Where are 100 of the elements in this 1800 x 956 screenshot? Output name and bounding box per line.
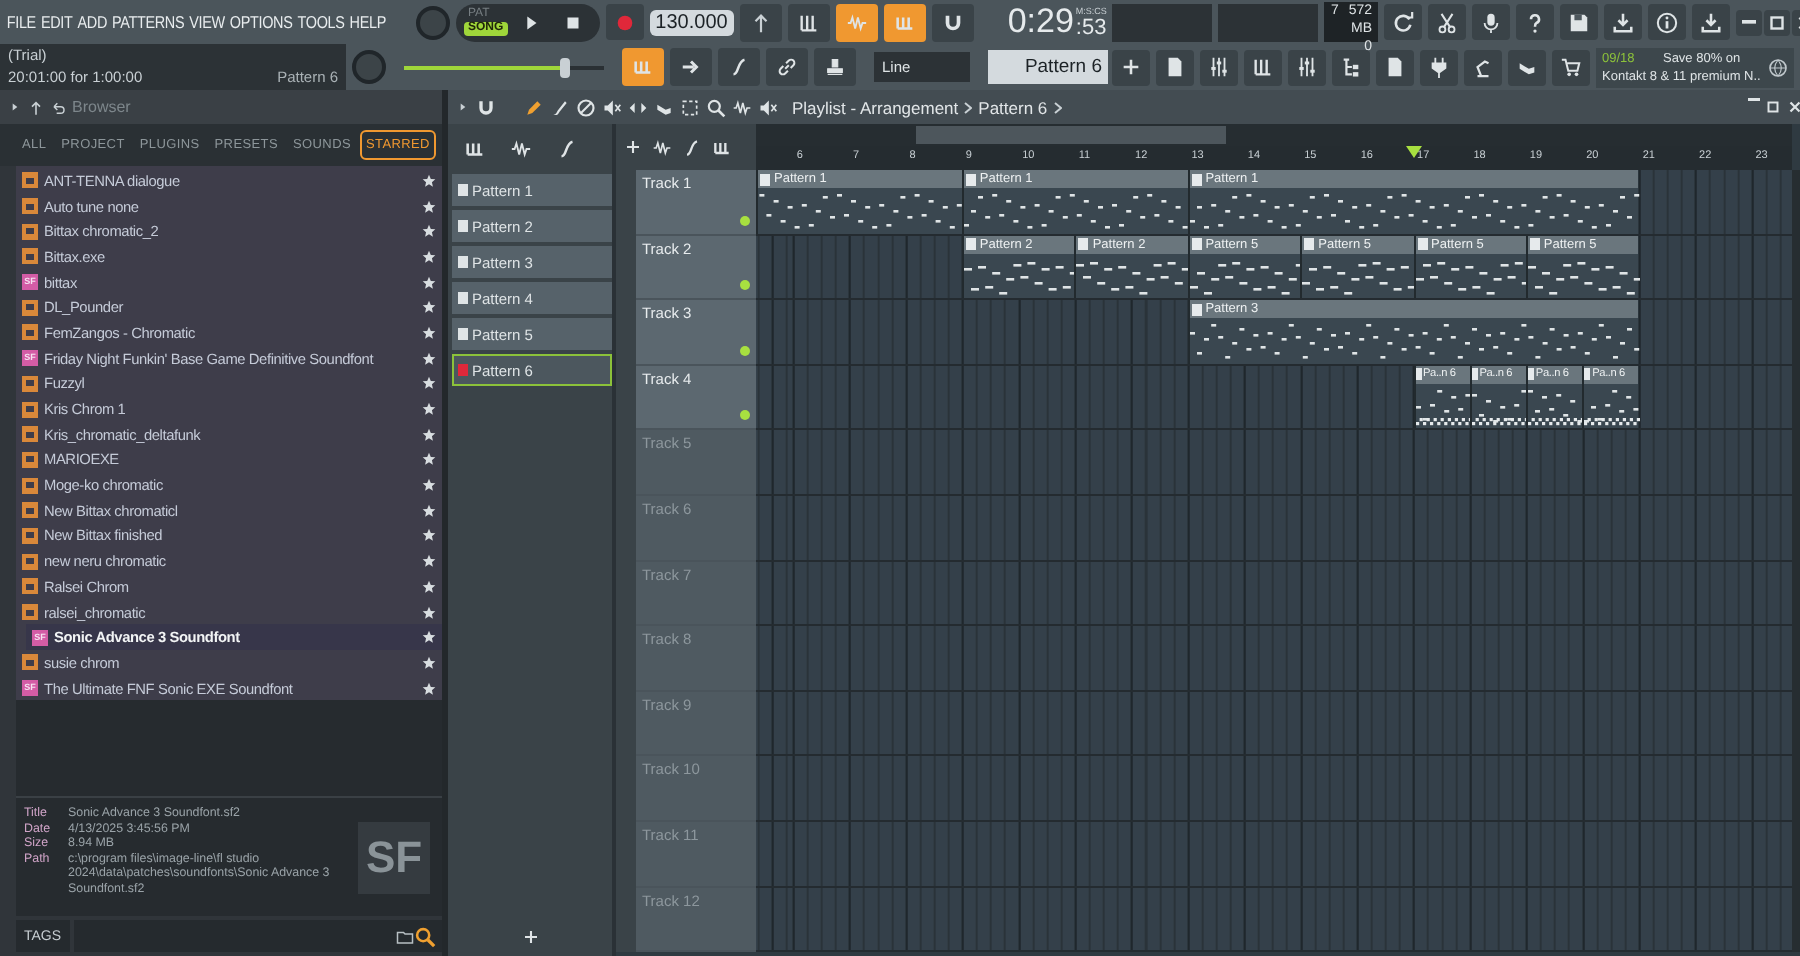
clip-icon	[1415, 368, 1422, 381]
star-icon[interactable]	[422, 681, 436, 696]
tempo-display[interactable]: 130.000	[649, 9, 734, 35]
help-button[interactable]	[1516, 4, 1555, 40]
info-button[interactable]	[1648, 4, 1687, 40]
cart-button[interactable]	[1552, 49, 1590, 85]
star-icon[interactable]	[422, 249, 436, 264]
stamp-button[interactable]	[814, 48, 856, 86]
microphone-button[interactable]	[1472, 4, 1511, 40]
comb-button[interactable]	[1244, 49, 1282, 85]
star-icon[interactable]	[422, 452, 436, 467]
up-icon	[749, 11, 772, 33]
zoom-icon	[706, 97, 726, 117]
menu-item[interactable]: OPTIONS	[229, 12, 293, 32]
refresh-icon	[1392, 11, 1415, 33]
tags-field[interactable]	[73, 920, 442, 952]
star-icon[interactable]	[422, 402, 436, 417]
master-volume-slider[interactable]	[404, 57, 604, 77]
sliders-icon	[1296, 56, 1318, 78]
save-button[interactable]	[1560, 4, 1599, 40]
star-icon[interactable]	[422, 579, 436, 594]
curve-icon	[728, 56, 750, 78]
maximize-button[interactable]	[1764, 98, 1782, 116]
breadcrumb-pattern[interactable]: Pattern 6	[978, 97, 1048, 117]
menu-item[interactable]: ADD	[77, 12, 107, 32]
clip-icon	[1191, 238, 1202, 251]
menu-item[interactable]: EDIT	[40, 12, 73, 32]
star-icon[interactable]	[422, 199, 436, 214]
wave-icon	[845, 11, 868, 33]
stamp-icon	[824, 56, 846, 78]
star-icon[interactable]	[422, 173, 436, 188]
star-icon[interactable]	[422, 427, 436, 442]
menu-item[interactable]: PATTERNS	[112, 12, 185, 32]
star-icon[interactable]	[422, 655, 436, 670]
menu-item[interactable]: FILE	[6, 12, 36, 32]
mute-indicator[interactable]	[740, 280, 750, 291]
arrow-button[interactable]	[670, 48, 712, 86]
microphone-icon	[1480, 11, 1503, 33]
speaker-icon	[758, 97, 778, 117]
refresh-button[interactable]	[1384, 4, 1423, 40]
clip-icon	[965, 238, 976, 251]
curve-button[interactable]	[718, 48, 760, 86]
horizontal-scrollbar[interactable]	[756, 124, 1792, 146]
ban-icon	[576, 97, 596, 117]
scrollbar-thumb[interactable]	[916, 126, 1226, 144]
sliders-button[interactable]	[1288, 49, 1326, 85]
star-icon[interactable]	[422, 376, 436, 391]
curve-icon	[556, 138, 578, 160]
mute-indicator[interactable]	[740, 410, 750, 421]
star-icon[interactable]	[422, 605, 436, 620]
tree-button[interactable]	[1332, 49, 1370, 85]
arrow-icon	[680, 56, 702, 78]
menu-item[interactable]: HELP	[349, 12, 386, 32]
pattern-icon	[458, 256, 468, 268]
download-button[interactable]	[1604, 4, 1643, 40]
clip-icon	[965, 173, 976, 185]
star-icon[interactable]	[422, 503, 436, 518]
star-icon[interactable]	[422, 300, 436, 315]
sliders-icon	[1208, 56, 1230, 78]
maximize-button[interactable]	[1764, 9, 1791, 35]
mute-indicator[interactable]	[740, 215, 750, 226]
up-icon	[28, 99, 44, 115]
lamp-button[interactable]	[1464, 49, 1502, 85]
pattern-icon	[458, 328, 468, 340]
clip-icon	[760, 173, 770, 185]
star-icon[interactable]	[422, 351, 436, 366]
plus-icon	[521, 928, 539, 946]
star-icon[interactable]	[422, 325, 436, 340]
star-icon[interactable]	[422, 224, 436, 239]
minimize-button[interactable]	[1736, 9, 1763, 35]
slip-icon	[628, 97, 648, 117]
menu-item[interactable]: VIEW	[189, 12, 225, 32]
mute-indicator[interactable]	[740, 345, 750, 356]
page-button[interactable]	[1156, 49, 1194, 85]
page-icon	[1164, 56, 1186, 78]
menu-item[interactable]: TOOLS	[297, 12, 345, 32]
page-button[interactable]	[1376, 49, 1414, 85]
magnet-icon	[941, 11, 964, 33]
star-icon[interactable]	[422, 528, 436, 543]
scissors-button[interactable]	[1428, 4, 1467, 40]
maximize-icon	[1764, 98, 1782, 116]
clip-icon	[1417, 238, 1428, 251]
download-button[interactable]	[1692, 4, 1731, 40]
close-button[interactable]	[1786, 98, 1800, 116]
star-icon[interactable]	[422, 275, 436, 290]
sliders-button[interactable]	[1200, 49, 1238, 85]
star-icon[interactable]	[422, 478, 436, 493]
minimize-icon	[1741, 20, 1757, 24]
plug-button[interactable]	[1420, 49, 1458, 85]
plus-button[interactable]	[1112, 49, 1150, 85]
download-icon	[1700, 11, 1723, 33]
page-icon	[1384, 56, 1406, 78]
star-icon[interactable]	[422, 554, 436, 569]
search-icon	[414, 925, 436, 947]
star-icon[interactable]	[422, 630, 436, 645]
info-icon	[1656, 11, 1679, 33]
pattern-selector[interactable]: Pattern 6	[988, 50, 1108, 84]
link-button[interactable]	[766, 48, 808, 86]
select-icon	[680, 97, 700, 117]
wave-icon	[652, 137, 672, 157]
